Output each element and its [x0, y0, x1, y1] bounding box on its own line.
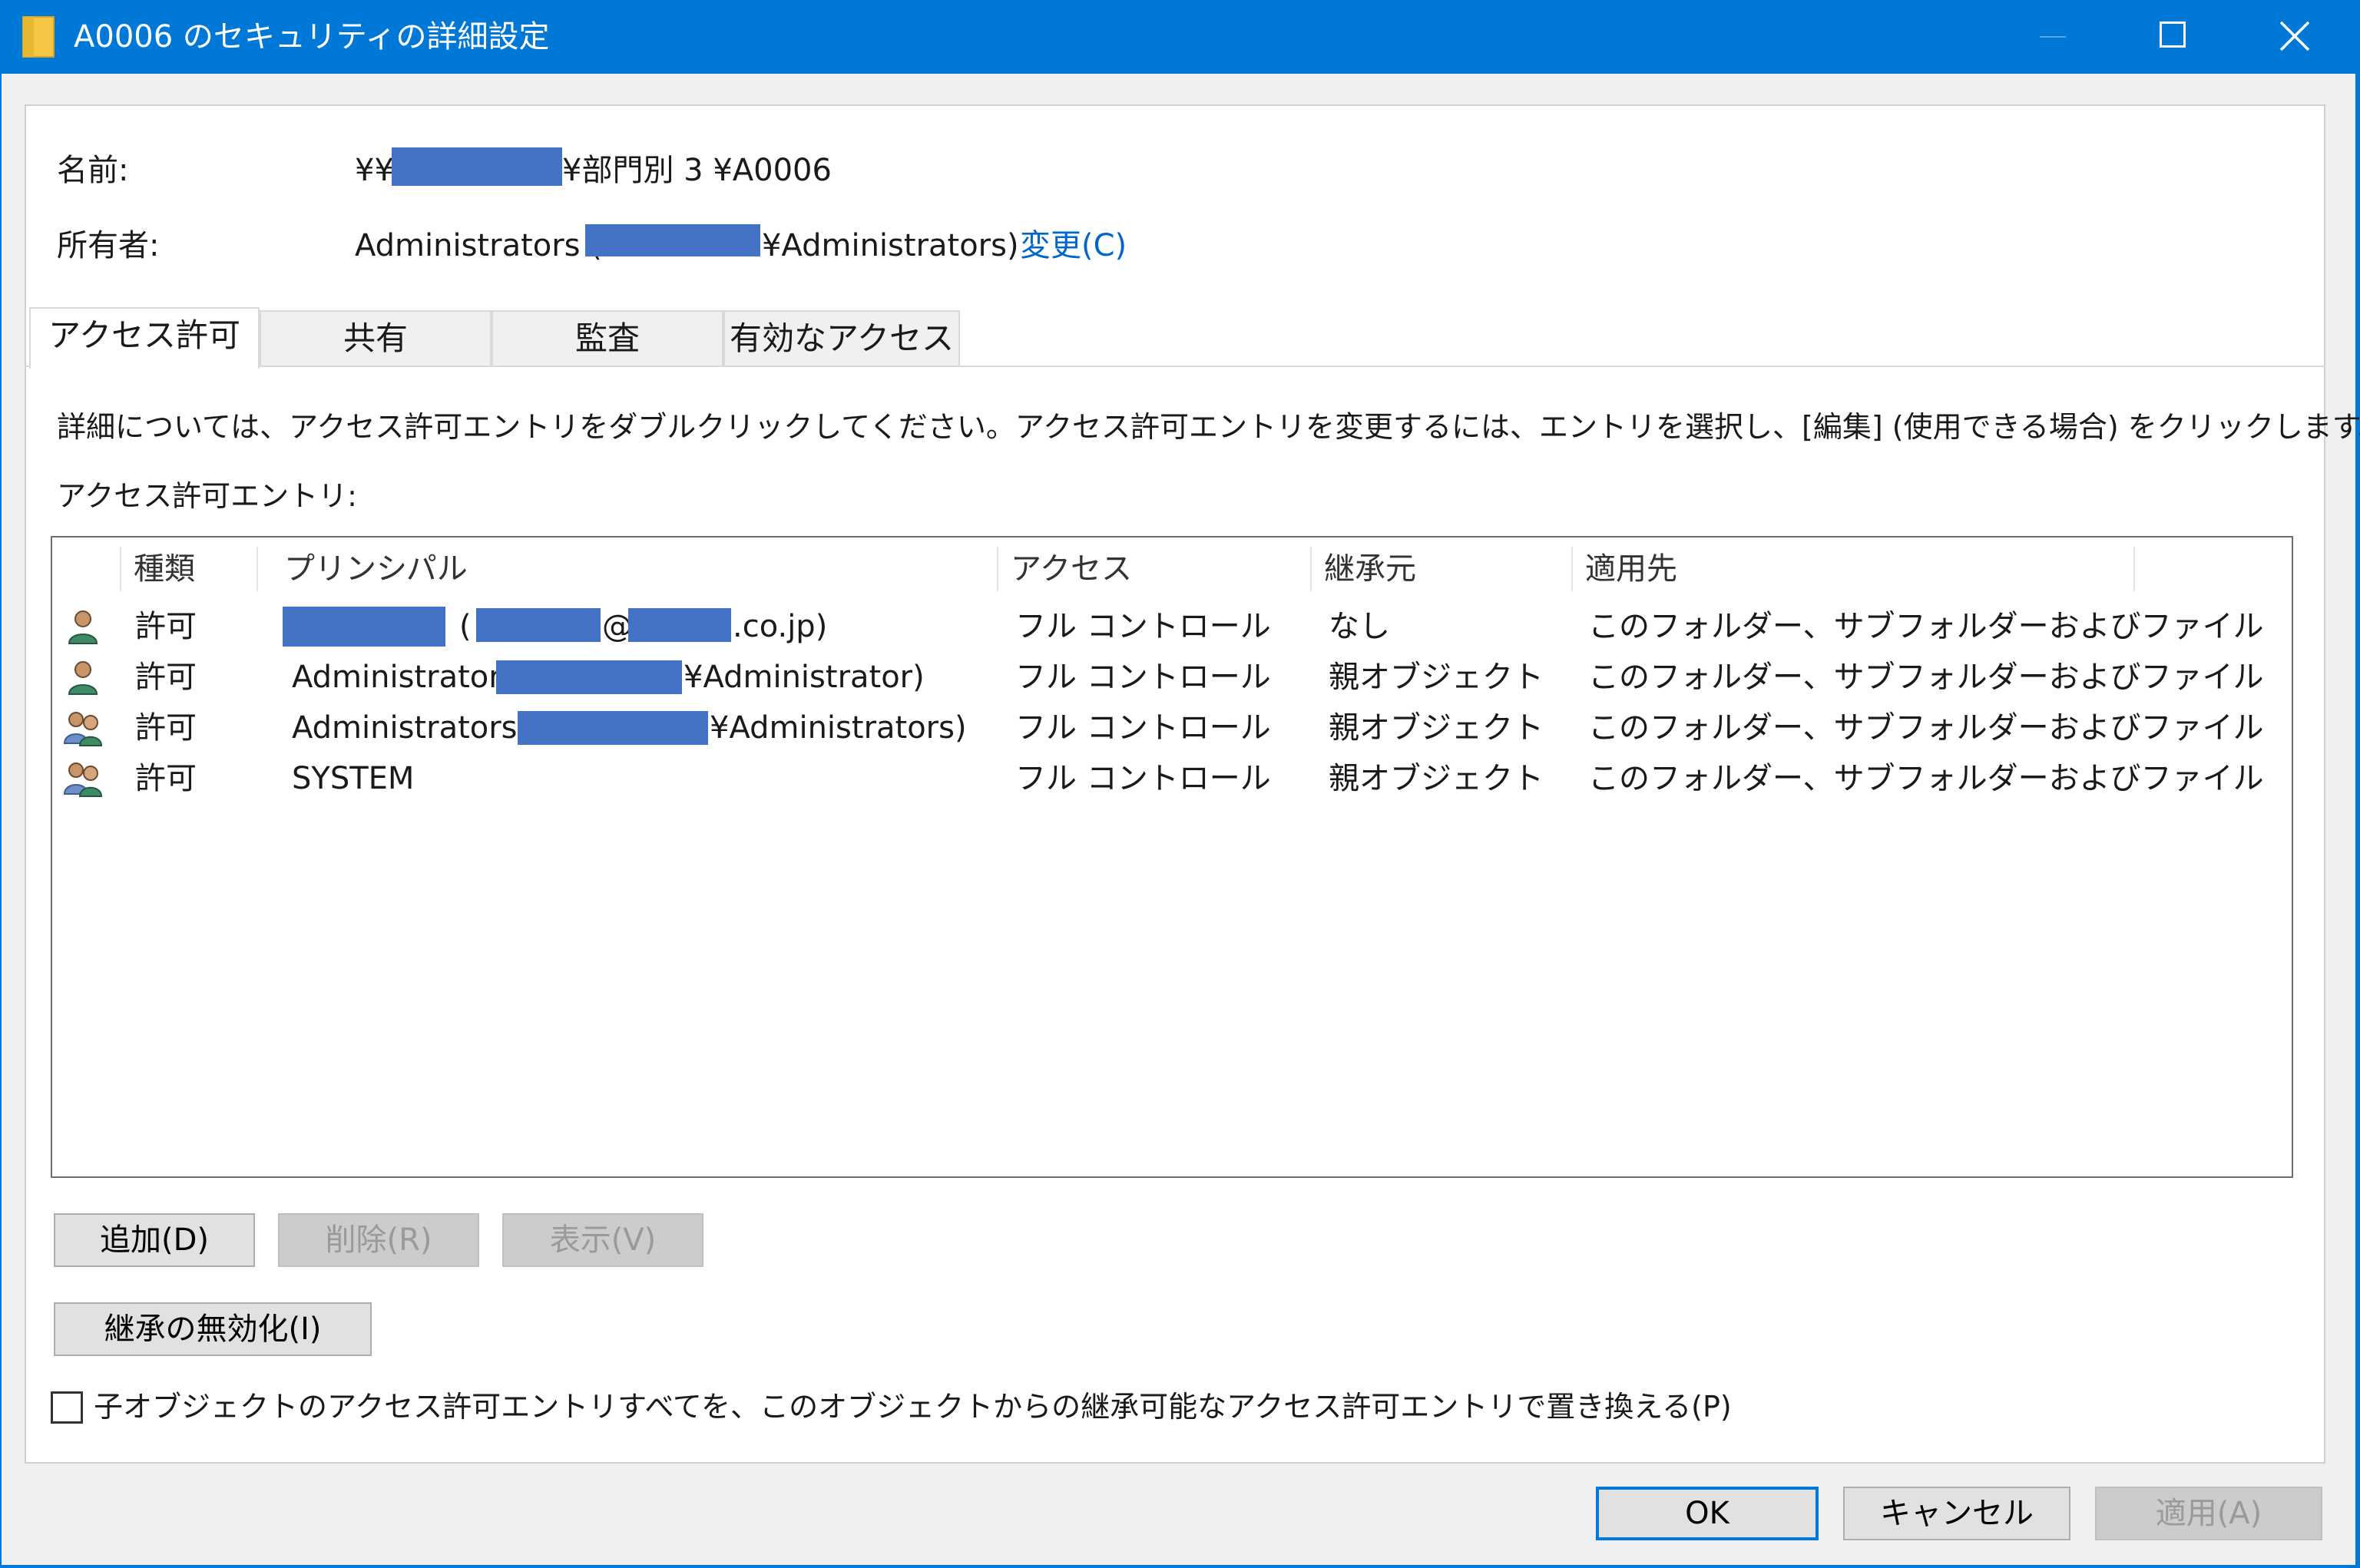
cell-principal-part: ¥Administrator)	[684, 660, 925, 695]
security-dialog: A0006 のセキュリティの詳細設定 名前: ¥¥ ¥部門別 3 ¥A0006 …	[0, 0, 2360, 1568]
permission-entries-list[interactable]: 種類 プリンシパル アクセス 継承元 適用先 許可 ( @ .co.jp) フル…	[51, 536, 2293, 1178]
owner-change-link[interactable]: 変更(C)	[1020, 226, 1127, 266]
cell-type: 許可	[135, 761, 197, 796]
cell-principal-part: ¥Administrators)	[710, 710, 967, 746]
redacted-block	[518, 711, 708, 745]
window-title: A0006 のセキュリティの詳細設定	[74, 19, 550, 55]
column-header-access[interactable]: アクセス	[998, 547, 1312, 591]
title-bar[interactable]: A0006 のセキュリティの詳細設定	[2, 0, 2360, 74]
table-row[interactable]: 許可 SYSTEM フル コントロール 親オブジェクト このフォルダー、サブフォ…	[52, 754, 2292, 803]
tab-sharing[interactable]: 共有	[260, 310, 492, 366]
replace-entries-checkbox[interactable]	[51, 1391, 83, 1424]
folder-icon	[22, 16, 55, 58]
owner-label: 所有者:	[57, 228, 160, 263]
cell-principal-part: Administrator (	[292, 660, 523, 695]
user-icon	[68, 661, 98, 695]
minimize-icon	[2040, 36, 2066, 38]
column-header-inherited-from[interactable]: 継承元	[1312, 547, 1573, 591]
cell-access: フル コントロール	[1015, 660, 1271, 695]
cell-access: フル コントロール	[1015, 609, 1271, 644]
tab-divider	[25, 366, 2325, 367]
cell-type: 許可	[135, 660, 197, 695]
owner-value-prefix: Administrators (	[355, 228, 602, 263]
name-value-prefix: ¥¥	[355, 153, 394, 188]
replace-entries-label[interactable]: 子オブジェクトのアクセス許可エントリすべてを、このオブジェクトからの継承可能なア…	[94, 1387, 1732, 1427]
tab-auditing[interactable]: 監査	[492, 310, 723, 366]
redacted-block	[496, 660, 682, 694]
redacted-block	[392, 147, 562, 186]
cell-access: フル コントロール	[1015, 710, 1271, 746]
entries-label: アクセス許可エントリ:	[57, 479, 357, 513]
cell-principal-part: Administrators (	[292, 710, 539, 746]
column-header-applies-to[interactable]: 適用先	[1573, 547, 2135, 591]
cell-inherited-from: なし	[1329, 609, 1390, 644]
cell-principal-part: .co.jp)	[733, 609, 828, 644]
cell-principal: SYSTEM	[292, 761, 415, 796]
add-button[interactable]: 追加(D)	[54, 1213, 255, 1267]
cancel-button[interactable]: キャンセル	[1843, 1487, 2070, 1540]
redacted-block	[283, 607, 445, 647]
cell-inherited-from: 親オブジェクト	[1329, 761, 1544, 796]
table-row[interactable]: 許可 Administrator ( ¥Administrator) フル コン…	[52, 653, 2292, 702]
column-header-type[interactable]: 種類	[120, 547, 258, 591]
ok-button[interactable]: OK	[1596, 1487, 1819, 1540]
owner-value-suffix: ¥Administrators)	[762, 228, 1019, 263]
cell-type: 許可	[135, 609, 197, 644]
cell-applies-to: このフォルダー、サブフォルダーおよびファイル	[1588, 660, 2264, 695]
close-button[interactable]	[2236, 0, 2352, 74]
tab-permissions[interactable]: アクセス許可	[29, 307, 260, 369]
group-icon	[63, 762, 103, 797]
table-row[interactable]: 許可 Administrators ( ¥Administrators) フル …	[52, 703, 2292, 753]
group-icon	[63, 712, 103, 746]
maximize-icon	[2160, 22, 2186, 48]
close-icon	[2279, 21, 2310, 51]
maximize-button[interactable]	[2115, 0, 2230, 74]
remove-button[interactable]: 削除(R)	[278, 1213, 479, 1267]
cell-applies-to: このフォルダー、サブフォルダーおよびファイル	[1588, 761, 2264, 796]
disable-inheritance-button[interactable]: 継承の無効化(I)	[54, 1302, 372, 1356]
apply-button[interactable]: 適用(A)	[2095, 1487, 2322, 1540]
column-header-principal[interactable]: プリンシパル	[272, 547, 998, 591]
cell-principal-part: (	[459, 609, 472, 644]
view-button[interactable]: 表示(V)	[502, 1213, 703, 1267]
name-value-suffix: ¥部門別 3 ¥A0006	[562, 153, 832, 188]
cell-type: 許可	[135, 710, 197, 746]
cell-inherited-from: 親オブジェクト	[1329, 660, 1544, 695]
minimize-button[interactable]	[1995, 0, 2110, 74]
redacted-block	[628, 608, 731, 642]
cell-applies-to: このフォルダー、サブフォルダーおよびファイル	[1588, 710, 2264, 746]
table-row[interactable]: 許可 ( @ .co.jp) フル コントロール なし このフォルダー、サブフォ…	[52, 602, 2292, 651]
user-icon	[68, 610, 98, 644]
redacted-block	[476, 608, 601, 642]
name-label: 名前:	[57, 153, 129, 188]
instructions-text: 詳細については、アクセス許可エントリをダブルクリックしてください。アクセス許可エ…	[57, 410, 2360, 444]
tab-effective-access[interactable]: 有効なアクセス	[723, 310, 960, 366]
redacted-block	[585, 224, 760, 256]
cell-access: フル コントロール	[1015, 761, 1271, 796]
cell-inherited-from: 親オブジェクト	[1329, 710, 1544, 746]
cell-applies-to: このフォルダー、サブフォルダーおよびファイル	[1588, 609, 2264, 644]
